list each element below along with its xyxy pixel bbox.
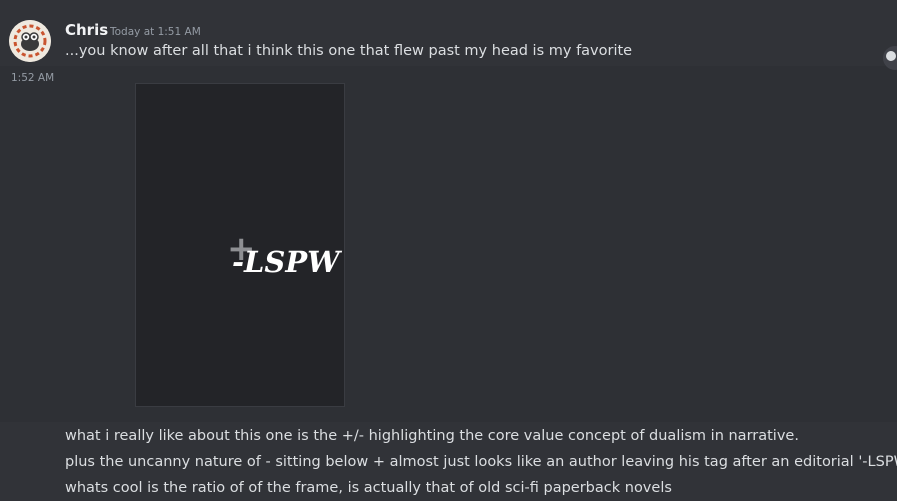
message-text-line-4: whats cool is the ratio of of the frame,… bbox=[65, 480, 672, 496]
message-text-line-2: what i really like about this one is the… bbox=[65, 428, 799, 444]
message-timestamp[interactable]: Today at 1:51 AM bbox=[110, 26, 201, 38]
lspw-tag: -LSPW bbox=[232, 245, 342, 279]
message-text-line-3: plus the uncanny nature of - sitting bel… bbox=[65, 454, 897, 470]
message-followup-block: what i really like about this one is the… bbox=[0, 422, 897, 501]
image-artwork: + -LSPW bbox=[227, 229, 342, 279]
message-header-row: Chris Today at 1:51 AM ...you know after… bbox=[0, 0, 897, 66]
message-text-line-1: ...you know after all that i think this … bbox=[65, 43, 633, 59]
message-timestamp-short[interactable]: 1:52 AM bbox=[11, 72, 54, 84]
image-attachment[interactable]: + -LSPW bbox=[135, 83, 345, 407]
message-author[interactable]: Chris bbox=[65, 21, 108, 39]
user-avatar[interactable] bbox=[9, 20, 51, 62]
circle-icon bbox=[886, 51, 896, 61]
avatar-illustration bbox=[9, 20, 51, 62]
